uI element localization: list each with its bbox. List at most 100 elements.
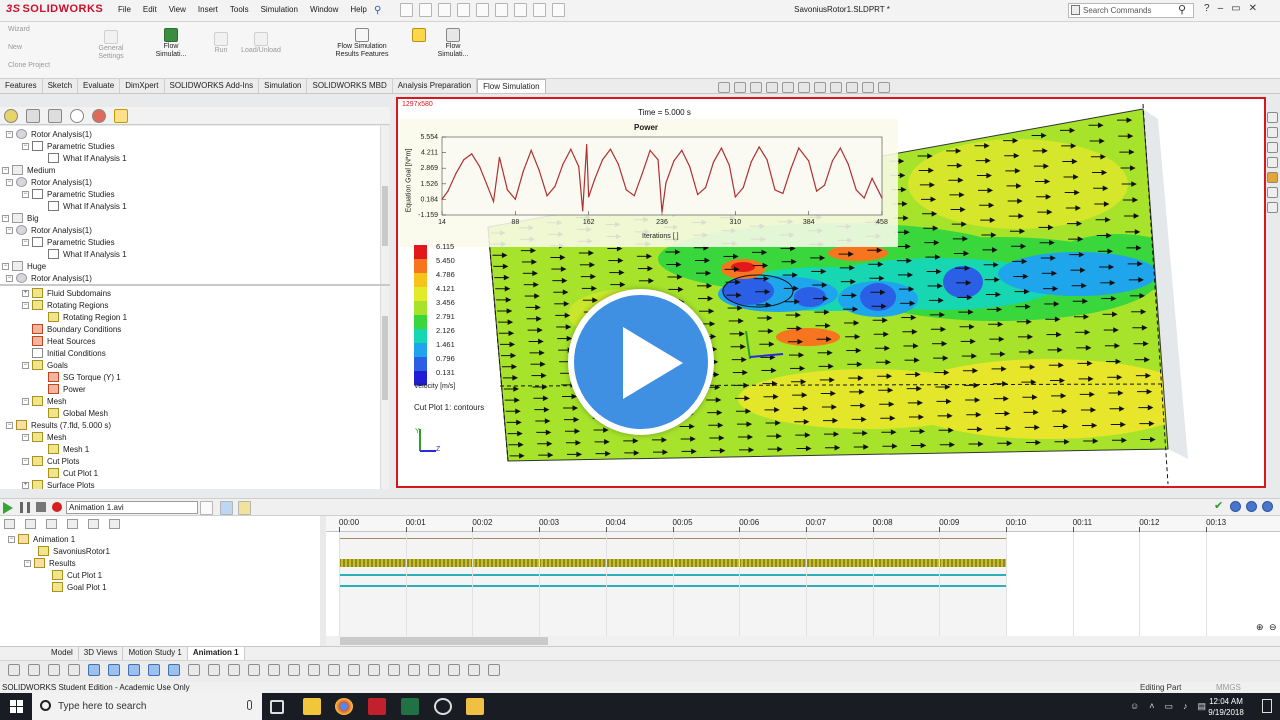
apply-scene-icon[interactable]: [862, 82, 874, 93]
tree-row[interactable]: − Cut Plots: [22, 455, 79, 467]
flow-simulation-tree-button[interactable]: Flow Simulati...: [148, 26, 194, 59]
save-icon[interactable]: [438, 3, 451, 17]
menu-file[interactable]: File: [118, 5, 131, 14]
transfer-icon[interactable]: [468, 664, 480, 676]
tab-solidworks-add-ins[interactable]: SOLIDWORKS Add-Ins: [165, 79, 260, 93]
undo-icon[interactable]: [476, 3, 489, 17]
edit-appearance-icon[interactable]: [846, 82, 858, 93]
display-manager-icon[interactable]: [92, 109, 106, 123]
tab-dimxpert[interactable]: DimXpert: [120, 79, 165, 93]
play-icon[interactable]: [3, 502, 13, 514]
compare-icon[interactable]: [428, 664, 440, 676]
zoom-out-icon[interactable]: ⊖: [1269, 622, 1277, 633]
tab-3d-views[interactable]: 3D Views: [79, 647, 124, 660]
select-icon[interactable]: [514, 3, 527, 17]
status-units[interactable]: MMGS: [1216, 683, 1241, 692]
open-icon[interactable]: [419, 3, 432, 17]
file-explorer-icon[interactable]: [1267, 142, 1278, 153]
tree-row[interactable]: − Rotor Analysis(1): [6, 224, 92, 236]
view-orientation-icon[interactable]: [798, 82, 810, 93]
last-frame-icon[interactable]: [88, 519, 99, 529]
report-icon[interactable]: [288, 664, 300, 676]
pin-icon[interactable]: ⚲: [374, 5, 381, 16]
zoom-to-fit-icon[interactable]: [718, 82, 730, 93]
tab-simulation[interactable]: Simulation: [259, 79, 308, 93]
property-manager-icon[interactable]: [26, 109, 40, 123]
save-animation-icon[interactable]: [200, 501, 213, 515]
task-view-icon[interactable]: [270, 700, 284, 714]
taskbar-clock[interactable]: 12:04 AM 9/19/2018: [1200, 696, 1252, 718]
previous-view-icon[interactable]: [750, 82, 762, 93]
wizard-button[interactable]: Wizard: [8, 26, 44, 34]
cut-plot-tool-icon[interactable]: [88, 664, 100, 676]
tree-row[interactable]: − Parametric Studies: [22, 188, 115, 200]
menu-tools[interactable]: Tools: [230, 5, 249, 14]
tree-row[interactable]: − Rotor Analysis(1): [6, 272, 92, 284]
flow-simulation-results-features-button[interactable]: Flow Simulation Results Features: [330, 26, 394, 59]
tree-row[interactable]: + Surface Plots: [22, 479, 95, 489]
search-icon[interactable]: ⚲: [1178, 3, 1186, 16]
edrawings-icon[interactable]: [434, 698, 452, 715]
menu-window[interactable]: Window: [310, 5, 338, 14]
tree-row[interactable]: Goal Plot 1: [52, 581, 107, 593]
tree-row[interactable]: Rotating Region 1: [48, 311, 127, 323]
tree-row[interactable]: − Mesh: [22, 431, 67, 443]
tab-flow-simulation[interactable]: Flow Simulation: [477, 79, 546, 93]
graphics-viewport[interactable]: Z Y 1297x580 Time = 5.000 s Power Equati…: [396, 97, 1266, 488]
solidworks-logo[interactable]: 3S SOLIDWORKS: [6, 3, 103, 15]
zoom-in-icon[interactable]: ⊕: [1256, 622, 1264, 633]
tree-row[interactable]: What If Analysis 1: [48, 152, 127, 164]
previous-frame-icon[interactable]: [46, 519, 57, 529]
lightbulb-icon[interactable]: [412, 26, 426, 43]
tab-evaluate[interactable]: Evaluate: [78, 79, 121, 93]
app-taskbar-icon[interactable]: [466, 698, 484, 715]
pointer-icon[interactable]: [68, 664, 80, 676]
animation-settings-icon[interactable]: [220, 501, 233, 515]
solidworks-forum-icon[interactable]: [1267, 202, 1278, 213]
tab-model[interactable]: Model: [46, 647, 79, 660]
close-icon[interactable]: [1262, 501, 1273, 512]
menu-view[interactable]: View: [169, 5, 186, 14]
surface-parameters-icon[interactable]: [208, 664, 220, 676]
open-animation-icon[interactable]: [238, 501, 251, 515]
tree-row[interactable]: Cut Plot 1: [48, 467, 98, 479]
unload-results-icon[interactable]: [408, 664, 420, 676]
flow-simulation-results-button[interactable]: Flow Simulati...: [430, 26, 476, 59]
tab-solidworks-mbd[interactable]: SOLIDWORKS MBD: [307, 79, 393, 93]
filter-icon[interactable]: [4, 519, 15, 529]
minimize-button[interactable]: –: [1218, 3, 1224, 14]
tree-row[interactable]: − Medium: [2, 164, 55, 176]
tree-row[interactable]: Cut Plot 1: [52, 569, 102, 581]
tree-row[interactable]: − Animation 1: [8, 533, 75, 545]
stop-icon[interactable]: [36, 502, 46, 512]
next-frame-icon[interactable]: [67, 519, 78, 529]
options-icon[interactable]: [488, 664, 500, 676]
rebuild-icon[interactable]: [533, 3, 546, 17]
view-palette-icon[interactable]: [1267, 157, 1278, 168]
menu-edit[interactable]: Edit: [143, 5, 157, 14]
tab-motion-study[interactable]: Motion Study 1: [123, 647, 188, 660]
tree-row[interactable]: − Big: [2, 212, 39, 224]
volume-icon[interactable]: ♪: [1183, 701, 1188, 712]
probe-icon[interactable]: [348, 664, 360, 676]
goal-plot-icon[interactable]: [268, 664, 280, 676]
tree-row[interactable]: Initial Conditions: [32, 347, 106, 359]
flow-simulation-analysis-tree-icon[interactable]: [114, 109, 128, 123]
feature-manager-icon[interactable]: [4, 109, 18, 123]
options-gear-icon[interactable]: [552, 3, 565, 17]
calculator-icon[interactable]: [448, 664, 460, 676]
tree-row[interactable]: Global Mesh: [48, 407, 108, 419]
mesh-plot-icon[interactable]: [368, 664, 380, 676]
dynamic-annotation-icon[interactable]: [782, 82, 794, 93]
search-commands-input[interactable]: Search Commands: [1068, 3, 1194, 18]
run-button[interactable]: Run: [206, 30, 236, 55]
first-frame-icon[interactable]: [25, 519, 36, 529]
flow-trajectories-icon[interactable]: [148, 664, 160, 676]
scrollbar-thumb[interactable]: [382, 186, 388, 246]
chevron-up-icon[interactable]: ˄: [1149, 701, 1154, 712]
design-library-icon[interactable]: [1267, 127, 1278, 138]
redo-icon[interactable]: [495, 3, 508, 17]
scrollbar-thumb[interactable]: [382, 316, 388, 400]
view-settings-icon[interactable]: [878, 82, 890, 93]
tree-row[interactable]: What If Analysis 1: [48, 248, 127, 260]
